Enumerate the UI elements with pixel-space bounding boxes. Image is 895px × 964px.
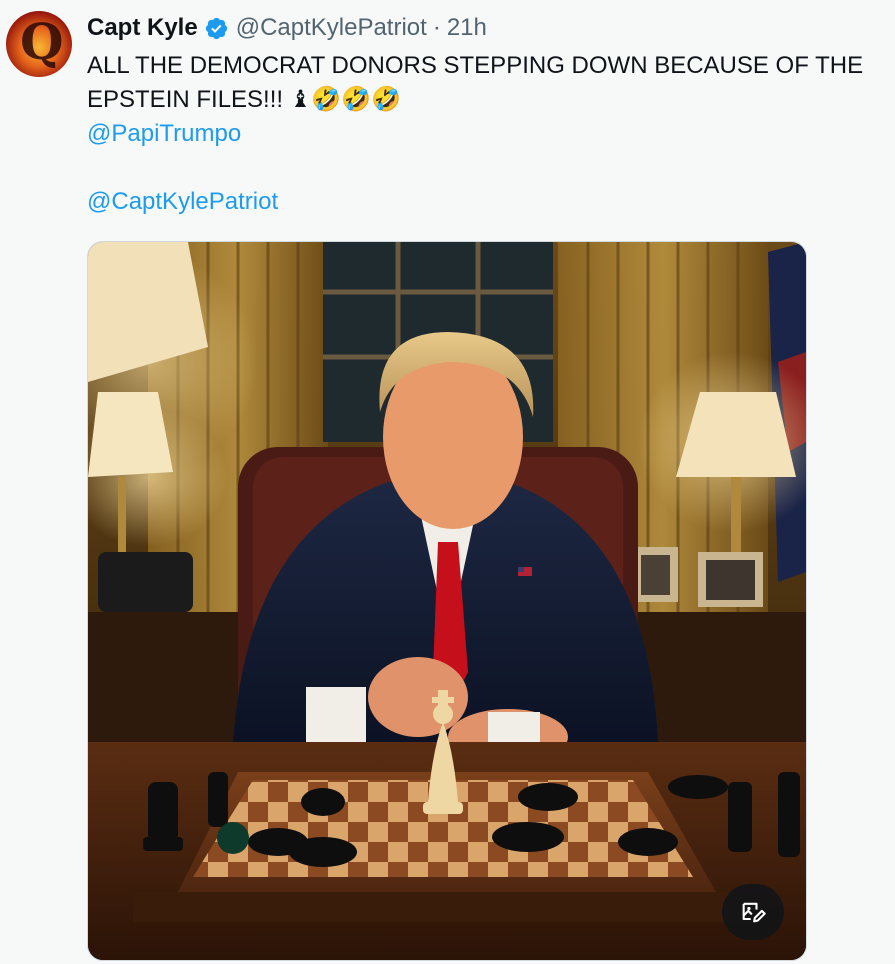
- tweet-header: Capt Kyle @CaptKylePatriot · 21h: [87, 12, 887, 44]
- tweet-content: Capt Kyle @CaptKylePatriot · 21h ALL THE…: [87, 12, 887, 219]
- tweet-body: ALL THE DEMOCRAT DONORS STEPPING DOWN BE…: [87, 52, 864, 113]
- author-handle[interactable]: @CaptKylePatriot: [236, 14, 427, 42]
- tweet-timestamp[interactable]: 21h: [447, 14, 487, 42]
- separator-dot: ·: [432, 14, 441, 41]
- tweet-image[interactable]: [87, 241, 807, 961]
- oval-office-chess-image: [88, 242, 806, 960]
- author-name[interactable]: Capt Kyle: [87, 14, 198, 42]
- edit-image-icon: [742, 902, 766, 923]
- author-avatar[interactable]: Q: [6, 11, 72, 77]
- avatar-q-logo: Q: [20, 12, 64, 71]
- mention-link-captkylepatriot[interactable]: @CaptKylePatriot: [87, 185, 887, 219]
- mention-link-papitrumpo[interactable]: @PapiTrumpo: [87, 117, 887, 151]
- image-description-button[interactable]: [722, 884, 784, 940]
- verified-badge-icon[interactable]: [204, 16, 229, 41]
- tweet-text: ALL THE DEMOCRAT DONORS STEPPING DOWN BE…: [87, 49, 887, 219]
